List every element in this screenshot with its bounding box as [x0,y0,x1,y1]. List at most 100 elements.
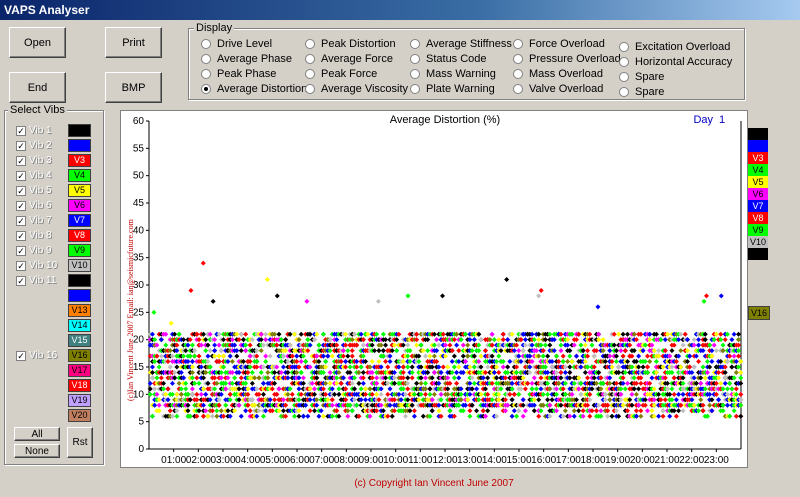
data-point [722,337,728,343]
vib-color-swatch[interactable]: V10 [68,259,91,272]
x-tick-label: 11:00 [408,455,433,466]
end-button[interactable]: End [9,72,66,103]
vib-color-swatch[interactable]: V9 [68,244,91,257]
display-option-radio[interactable]: Spare [619,86,664,98]
display-option-radio[interactable]: Mass Warning [410,68,496,80]
print-button[interactable]: Print [105,27,162,58]
vib-color-swatch[interactable] [68,274,91,287]
data-point [343,359,349,365]
none-button[interactable]: None [14,444,60,458]
data-point [169,380,175,386]
vib-color-swatch[interactable]: V3 [68,154,91,167]
display-option-radio[interactable]: Mass Overload [513,68,603,80]
data-point [660,408,666,414]
vib-color-swatch[interactable]: V5 [68,184,91,197]
display-option-radio[interactable]: Peak Force [305,68,377,80]
data-point [622,348,628,354]
vib-color-swatch[interactable]: V17 [68,364,91,377]
data-point [471,337,477,343]
data-point [349,353,355,359]
data-point [267,353,273,359]
y-tick-label: 55 [133,143,145,154]
display-option-radio[interactable]: Average Distortion [201,83,307,95]
vib-checkbox[interactable]: ✓ Vib 9 [16,245,52,256]
data-point [232,375,238,381]
radio-dot [305,84,315,94]
display-option-radio[interactable]: Valve Overload [513,83,603,95]
data-point [625,380,631,386]
display-group-label: Display [194,22,235,34]
all-button[interactable]: All [14,427,60,441]
data-point [622,386,628,392]
data-point [278,359,284,365]
display-option-radio[interactable]: Horizontal Accuracy [619,56,732,68]
display-option-radio[interactable]: Excitation Overload [619,41,730,53]
vib-color-swatch[interactable]: V19 [68,394,91,407]
vib-color-swatch[interactable]: V8 [68,229,91,242]
rst-button[interactable]: Rst [67,427,93,458]
display-option-radio[interactable]: Spare [619,71,664,83]
display-option-radio[interactable]: Average Phase [201,53,292,65]
data-point [471,380,477,386]
vib-color-swatch[interactable] [68,289,91,302]
display-option-radio[interactable]: Force Overload [513,38,605,50]
display-option-radio[interactable]: Average Force [305,53,393,65]
bmp-button[interactable]: BMP [105,72,162,103]
display-option-label: Average Viscosity [321,83,409,95]
data-point [560,359,566,365]
data-point [733,413,739,419]
vib-color-swatch[interactable]: V20 [68,409,91,422]
data-point [691,364,697,370]
vib-checkbox[interactable]: ✓ Vib 10 [16,260,57,271]
vib-color-swatch[interactable]: V4 [68,169,91,182]
data-point [174,364,180,370]
vib-color-swatch[interactable]: V16 [68,349,91,362]
vib-checkbox[interactable]: ✓ Vib 6 [16,200,52,211]
display-option-label: Average Force [321,53,393,65]
vib-checkbox[interactable]: ✓ Vib 5 [16,185,52,196]
data-point [656,413,662,419]
vib-color-swatch[interactable] [68,139,91,152]
display-option-radio[interactable]: Plate Warning [410,83,495,95]
day-label: Day [693,114,713,126]
data-point [152,386,158,392]
display-option-radio[interactable]: Peak Phase [201,68,276,80]
vib-checkbox[interactable]: ✓ Vib 2 [16,140,52,151]
vib-checkbox[interactable]: ✓ Vib 3 [16,155,52,166]
radio-dot [305,39,315,49]
display-option-label: Drive Level [217,38,273,50]
x-tick-label: 13:00 [457,455,482,466]
data-point [731,331,737,337]
vib-color-swatch[interactable]: V7 [68,214,91,227]
vib-checkbox[interactable]: ✓ Vib 1 [16,125,52,136]
display-option-radio[interactable]: Pressure Overload [513,53,621,65]
data-point [522,408,528,414]
data-point [394,348,400,354]
vib-color-swatch[interactable]: V6 [68,199,91,212]
vib-checkbox[interactable]: ✓ Vib 7 [16,215,52,226]
vib-color-swatch[interactable]: V15 [68,334,91,347]
vib-color-swatch[interactable] [68,124,91,137]
vib-checkbox[interactable]: ✓ Vib 8 [16,230,52,241]
radio-dot [513,39,523,49]
display-option-radio[interactable]: Average Viscosity [305,83,408,95]
vib-checkbox[interactable]: ✓ Vib 16 [16,350,57,361]
open-button[interactable]: Open [9,27,66,58]
display-option-radio[interactable]: Status Code [410,53,487,65]
display-option-radio[interactable]: Drive Level [201,38,272,50]
data-point [451,364,457,370]
data-point [571,408,577,414]
data-point [256,375,262,381]
vib-color-swatch[interactable]: V13 [68,304,91,317]
display-option-radio[interactable]: Peak Distortion [305,38,396,50]
data-point [720,342,726,348]
data-point [383,359,389,365]
data-point [378,391,384,397]
vib-color-swatch[interactable]: V14 [68,319,91,332]
vib-checkbox[interactable]: ✓ Vib 4 [16,170,52,181]
x-tick-label: 06:00 [284,455,309,466]
vib-checkbox[interactable]: ✓ Vib 11 [16,275,56,286]
display-option-radio[interactable]: Average Stiffness [410,38,512,50]
vib-color-swatch[interactable]: V18 [68,379,91,392]
distortion-chart: 05101520253035404550556001:00 02:00 03:00 0… [126,114,744,466]
